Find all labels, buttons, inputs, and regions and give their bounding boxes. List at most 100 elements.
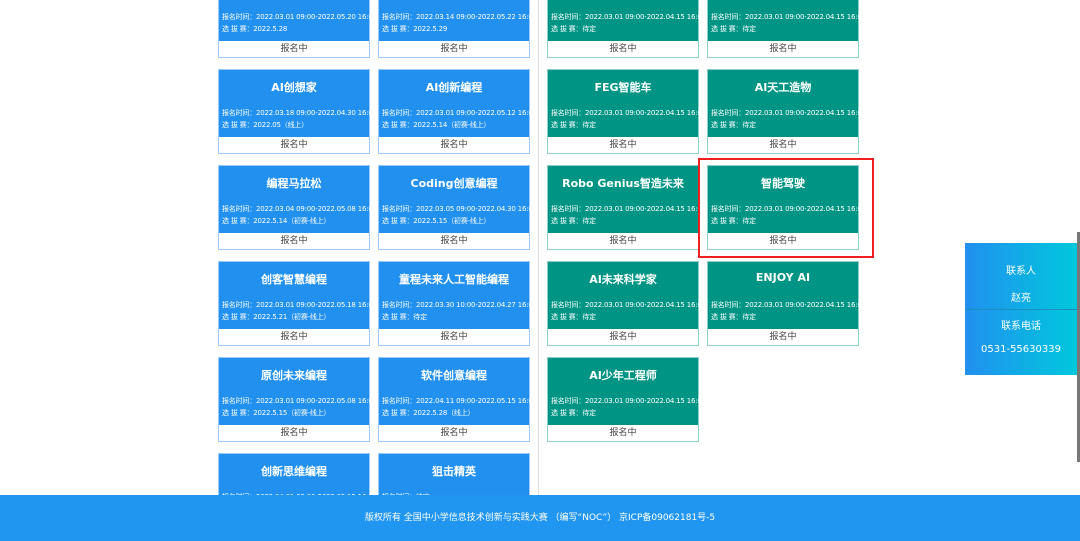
signup-status-button[interactable]: 报名中 bbox=[219, 233, 369, 250]
signup-status-button[interactable]: 报名中 bbox=[219, 41, 369, 58]
signup-status-button[interactable]: 报名中 bbox=[708, 41, 858, 58]
round-value: 待定 bbox=[413, 313, 427, 321]
competition-card[interactable]: AI创想家 报名时间：2022.03.18 09:00-2022.04.30 16… bbox=[218, 69, 377, 154]
card-header[interactable]: 报名时间：2022.03.01 09:00-2022.04.15 16:00 选 … bbox=[548, 0, 706, 41]
signup-status-button[interactable]: 报名中 bbox=[379, 425, 529, 442]
competition-card[interactable]: AI创新编程报名时间：2022.03.01 09:00-2022.05.12 1… bbox=[378, 69, 537, 154]
card-header[interactable]: Robo Genius智造未来 报名时间：2022.03.01 09:00-202… bbox=[548, 166, 706, 233]
round-value: 2022.5.29 bbox=[413, 25, 448, 33]
competition-card[interactable]: Coding创意编程报名时间：2022.03.05 09:00-2022.04.… bbox=[378, 165, 537, 250]
signup-time: 报名时间：2022.03.04 09:00-2022.05.08 16:00 bbox=[222, 204, 377, 214]
time-value: 2022.03.01 09:00-2022.05.08 16:00 bbox=[256, 397, 377, 405]
signup-time: 报名时间：2022.03.01 09:00-2022.05.08 16:00 bbox=[222, 396, 377, 406]
competition-card[interactable]: AI未来科学家 报名时间：2022.03.01 09:00-2022.04.15 … bbox=[547, 261, 706, 346]
card-header[interactable]: ENJOY AI 报名时间：2022.03.01 09:00-2022.04.15… bbox=[708, 262, 866, 329]
time-label: 报名时间： bbox=[551, 397, 585, 405]
card-title: AI创想家 bbox=[271, 81, 317, 94]
card-title: 创客智慧编程 bbox=[261, 273, 327, 286]
competition-card[interactable]: AI天工造物 报名时间：2022.03.01 09:00-2022.04.15 1… bbox=[707, 69, 866, 154]
card-header[interactable]: 软件创意编程 报名时间：2022.04.11 09:00-2022.05.15 1… bbox=[379, 358, 537, 425]
round-label: 选 拔 赛： bbox=[711, 313, 743, 321]
card-header[interactable]: 编程马拉松 报名时间：2022.03.04 09:00-2022.05.08 16… bbox=[219, 166, 377, 233]
card-header[interactable]: 原创未来编程 报名时间：2022.03.01 09:00-2022.05.08 1… bbox=[219, 358, 377, 425]
contact-panel: 联系人 赵亮 联系电话 0531-55630339 bbox=[965, 243, 1077, 375]
card-title: 狙击精英 bbox=[432, 465, 476, 478]
card-header[interactable]: AI创新编程报名时间：2022.03.01 09:00-2022.05.12 1… bbox=[379, 70, 537, 137]
signup-status-button[interactable]: 报名中 bbox=[548, 137, 698, 154]
signup-status-button[interactable]: 报名中 bbox=[219, 137, 369, 154]
card-title: 童程未来人工智能编程 bbox=[399, 273, 509, 286]
time-label: 报名时间： bbox=[222, 301, 256, 309]
card-header[interactable]: AI天工造物 报名时间：2022.03.01 09:00-2022.04.15 1… bbox=[708, 70, 866, 137]
round-label: 选 拔 赛： bbox=[222, 409, 254, 417]
competition-card[interactable]: 报名时间：2022.03.01 09:00-2022.04.15 16:00 选 … bbox=[707, 0, 866, 58]
signup-status-button[interactable]: 报名中 bbox=[548, 329, 698, 346]
selection-round: 选 拔 赛：2022.05（线上） bbox=[222, 120, 308, 130]
selection-round: 选 拔 赛：待定 bbox=[551, 312, 596, 322]
signup-time: 报名时间：2022.03.01 09:00-2022.05.12 16:00 bbox=[382, 108, 537, 118]
selection-round: 选 拔 赛：2022.5.21（初赛-线上） bbox=[222, 312, 330, 322]
card-header[interactable]: FEG智能车报名时间：2022.03.01 09:00-2022.04.15 1… bbox=[548, 70, 706, 137]
card-header[interactable]: 报名时间：2022.03.01 09:00-2022.05.20 16:00 选 … bbox=[219, 0, 377, 41]
competition-card[interactable]: 编程马拉松 报名时间：2022.03.04 09:00-2022.05.08 16… bbox=[218, 165, 377, 250]
signup-status-button[interactable]: 报名中 bbox=[379, 41, 529, 58]
card-header[interactable]: 童程未来人工智能编程报名时间：2022.03.30 10:00-2022.04.… bbox=[379, 262, 537, 329]
time-value: 2022.03.30 10:00-2022.04.27 16:00 bbox=[416, 301, 537, 309]
card-header[interactable]: Coding创意编程报名时间：2022.03.05 09:00-2022.04.… bbox=[379, 166, 537, 233]
card-header[interactable]: AI创想家 报名时间：2022.03.18 09:00-2022.04.30 16… bbox=[219, 70, 377, 137]
contact-label: 联系人 bbox=[1006, 266, 1036, 277]
card-title: FEG智能车 bbox=[594, 81, 652, 94]
card-header[interactable]: 报名时间：2022.03.01 09:00-2022.04.15 16:00 选 … bbox=[708, 0, 866, 41]
competition-card[interactable]: 报名时间：2022.03.14 09:00-2022.05.22 16:00 选 … bbox=[378, 0, 537, 58]
card-header[interactable]: AI少年工程师 报名时间：2022.03.01 09:00-2022.04.15 … bbox=[548, 358, 706, 425]
signup-status-button[interactable]: 报名中 bbox=[379, 137, 529, 154]
time-label: 报名时间： bbox=[382, 205, 416, 213]
signup-status-button[interactable]: 报名中 bbox=[548, 41, 698, 58]
signup-status-button[interactable]: 报名中 bbox=[708, 137, 858, 154]
time-value: 2022.03.01 09:00-2022.04.15 16:00 bbox=[745, 301, 866, 309]
card-header[interactable]: AI未来科学家 报名时间：2022.03.01 09:00-2022.04.15 … bbox=[548, 262, 706, 329]
competition-card[interactable]: 原创未来编程 报名时间：2022.03.01 09:00-2022.05.08 1… bbox=[218, 357, 377, 442]
signup-time: 报名时间：2022.03.05 09:00-2022.04.30 16:00 bbox=[382, 204, 537, 214]
time-value: 2022.03.01 09:00-2022.04.15 16:00 bbox=[585, 13, 706, 21]
signup-status-button[interactable]: 报名中 bbox=[379, 329, 529, 346]
signup-time: 报名时间：2022.03.01 09:00-2022.04.15 16:00 bbox=[711, 12, 866, 22]
round-label: 选 拔 赛： bbox=[382, 409, 414, 417]
time-label: 报名时间： bbox=[222, 13, 256, 21]
round-value: 待定 bbox=[742, 25, 756, 33]
card-title: Robo Genius智造未来 bbox=[562, 177, 684, 190]
competition-card[interactable]: AI少年工程师 报名时间：2022.03.01 09:00-2022.04.15 … bbox=[547, 357, 706, 442]
signup-status-button[interactable]: 报名中 bbox=[708, 329, 858, 346]
competition-card[interactable]: 童程未来人工智能编程报名时间：2022.03.30 10:00-2022.04.… bbox=[378, 261, 537, 346]
signup-status-button[interactable]: 报名中 bbox=[548, 233, 698, 250]
competition-card[interactable]: 报名时间：2022.03.01 09:00-2022.04.15 16:00 选 … bbox=[547, 0, 706, 58]
signup-time: 报名时间：2022.03.01 09:00-2022.04.15 16:00 bbox=[551, 300, 706, 310]
card-title: Coding创意编程 bbox=[410, 177, 498, 190]
selection-round: 选 拔 赛：待定 bbox=[551, 408, 596, 418]
time-value: 2022.03.01 09:00-2022.05.20 16:00 bbox=[256, 13, 377, 21]
signup-time: 报名时间：2022.03.01 09:00-2022.04.15 16:00 bbox=[551, 108, 706, 118]
signup-status-button[interactable]: 报名中 bbox=[548, 425, 698, 442]
time-value: 2022.03.01 09:00-2022.05.12 16:00 bbox=[416, 109, 537, 117]
competition-card[interactable]: 报名时间：2022.03.01 09:00-2022.05.20 16:00 选 … bbox=[218, 0, 377, 58]
round-value: 待定 bbox=[742, 313, 756, 321]
round-value: 待定 bbox=[742, 121, 756, 129]
time-value: 2022.03.04 09:00-2022.05.08 16:00 bbox=[256, 205, 377, 213]
competition-card[interactable]: Robo Genius智造未来 报名时间：2022.03.01 09:00-202… bbox=[547, 165, 706, 250]
card-title: AI创新编程 bbox=[425, 81, 483, 94]
competition-card[interactable]: 软件创意编程 报名时间：2022.04.11 09:00-2022.05.15 1… bbox=[378, 357, 537, 442]
time-label: 报名时间： bbox=[382, 109, 416, 117]
time-value: 2022.03.01 09:00-2022.04.15 16:00 bbox=[585, 109, 706, 117]
card-header[interactable]: 报名时间：2022.03.14 09:00-2022.05.22 16:00 选 … bbox=[379, 0, 537, 41]
signup-status-button[interactable]: 报名中 bbox=[379, 233, 529, 250]
competition-card[interactable]: 创客智慧编程 报名时间：2022.03.01 09:00-2022.05.18 1… bbox=[218, 261, 377, 346]
signup-status-button[interactable]: 报名中 bbox=[219, 425, 369, 442]
card-header[interactable]: 创客智慧编程 报名时间：2022.03.01 09:00-2022.05.18 1… bbox=[219, 262, 377, 329]
card-title: AI天工造物 bbox=[754, 81, 812, 94]
round-value: 2022.5.28 bbox=[253, 25, 288, 33]
competition-card[interactable]: ENJOY AI 报名时间：2022.03.01 09:00-2022.04.15… bbox=[707, 261, 866, 346]
round-label: 选 拔 赛： bbox=[382, 25, 414, 33]
signup-status-button[interactable]: 报名中 bbox=[219, 329, 369, 346]
signup-time: 报名时间：2022.03.30 10:00-2022.04.27 16:00 bbox=[382, 300, 537, 310]
competition-card[interactable]: FEG智能车报名时间：2022.03.01 09:00-2022.04.15 1… bbox=[547, 69, 706, 154]
